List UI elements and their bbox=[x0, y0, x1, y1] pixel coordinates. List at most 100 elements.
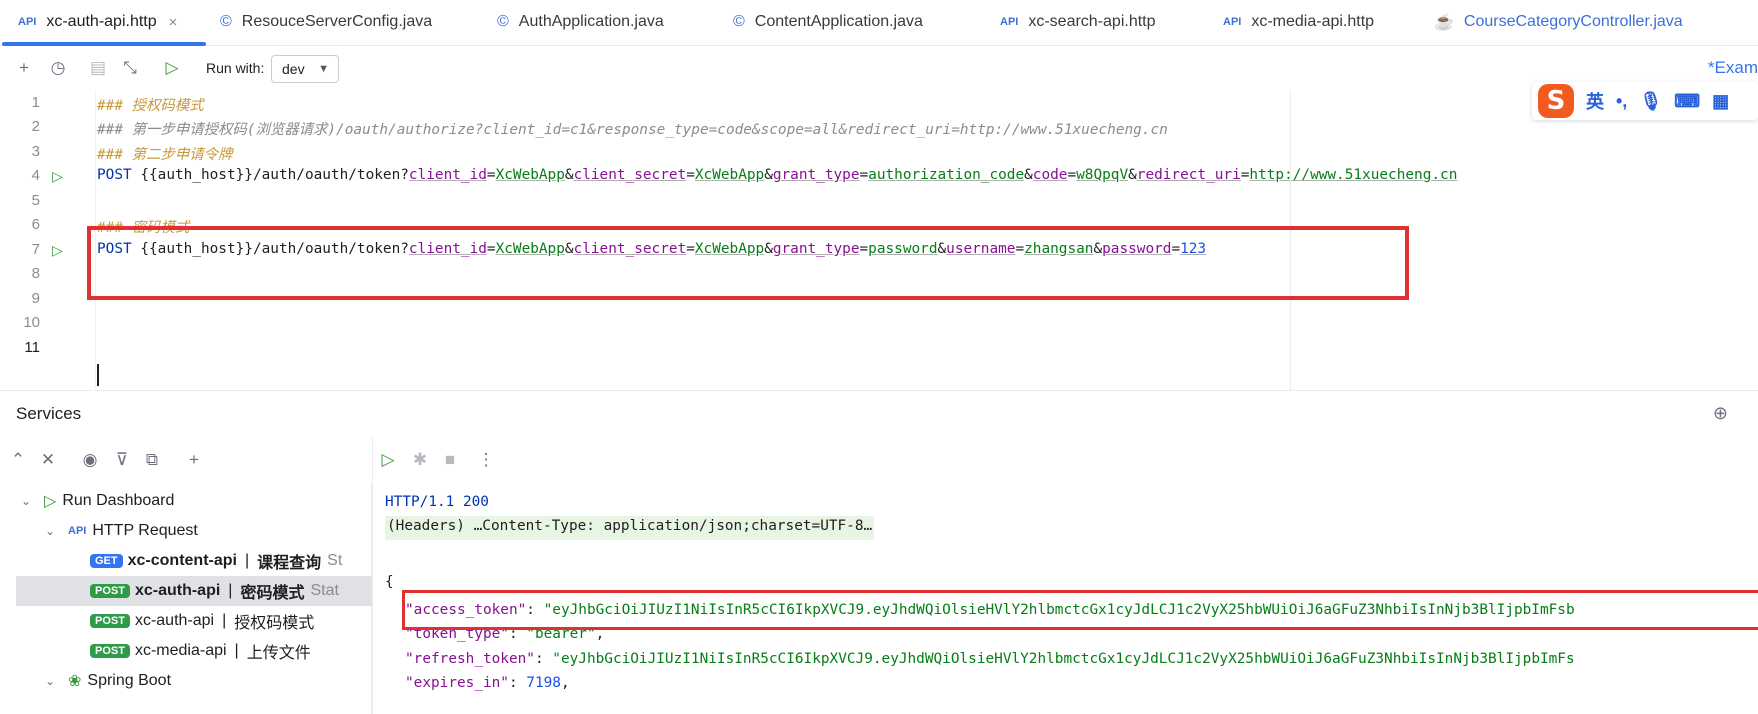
param-key: code bbox=[1032, 167, 1068, 183]
convert-icon[interactable]: ▤ bbox=[88, 58, 108, 78]
chevron-down-icon: ▼ bbox=[318, 63, 329, 75]
filter-icon[interactable]: ⊽ bbox=[112, 450, 132, 470]
tab-auth-application[interactable]: © AuthApplication.java bbox=[497, 0, 664, 44]
api-file-icon: API bbox=[1223, 16, 1242, 28]
run-dashboard-icon: ▷ bbox=[44, 493, 57, 510]
request-desc: 密码模式 bbox=[240, 585, 305, 602]
request-name: xc-auth-api bbox=[134, 612, 215, 629]
json-string: "eyJhbGciOiJIUzI1NiIsInR5cCI6IkpXVCJ9.ey… bbox=[552, 651, 1575, 667]
method-badge: GET bbox=[90, 554, 123, 568]
chevron-down-icon[interactable]: ⌄ bbox=[42, 674, 58, 688]
add-request-icon[interactable]: + bbox=[14, 58, 34, 78]
new-group-icon[interactable]: ⧉ bbox=[142, 450, 162, 470]
tree-item-request[interactable]: POST xc-auth-api | 授权码模式 bbox=[0, 606, 372, 636]
tab-label: AuthApplication.java bbox=[518, 13, 664, 30]
request-line-authorization-code: POST {{auth_host}}/auth/oauth/token?clie… bbox=[97, 167, 1458, 183]
tree-item-request[interactable]: POST xc-media-api | 上传文件 bbox=[0, 636, 372, 666]
grid-apps-icon[interactable]: ▦ bbox=[1712, 91, 1729, 112]
services-title: Services bbox=[16, 404, 82, 423]
tab-label: ResouceServerConfig.java bbox=[241, 13, 433, 30]
json-key: "expires_in" bbox=[405, 675, 509, 691]
close-icon[interactable]: × bbox=[169, 14, 178, 31]
ime-language-toggle[interactable]: 英 bbox=[1586, 88, 1604, 114]
response-headers-collapsed[interactable]: (Headers) …Content-Type: application/jso… bbox=[385, 516, 875, 540]
ime-punct-toggle[interactable]: •, bbox=[1616, 91, 1627, 112]
tab-label: ContentApplication.java bbox=[754, 13, 923, 30]
history-icon[interactable]: ◷ bbox=[48, 58, 68, 78]
microphone-icon[interactable]: 🎙 bbox=[1639, 91, 1662, 112]
request-path: {{auth_host}}/auth/oauth/token? bbox=[140, 167, 409, 183]
ime-toolbar[interactable]: S 英 •, 🎙 ⌨ ▦ bbox=[1532, 82, 1758, 120]
examples-link[interactable]: *Exam bbox=[1708, 58, 1758, 78]
tab-label: xc-media-api.http bbox=[1251, 13, 1375, 30]
debug-icon[interactable]: ✱ bbox=[410, 450, 430, 470]
tree-item-run-dashboard[interactable]: ⌄ ▷ Run Dashboard bbox=[0, 486, 372, 516]
line-number: 4 bbox=[31, 167, 40, 184]
crosshair-icon[interactable]: ⊕ bbox=[1713, 403, 1728, 424]
java-controller-icon: ☕ bbox=[1434, 14, 1454, 31]
tab-label: CourseCategoryController.java bbox=[1463, 13, 1683, 30]
environment-value: dev bbox=[282, 61, 305, 77]
run-with-label: Run with: bbox=[206, 60, 265, 76]
separator: | bbox=[244, 552, 250, 569]
line-number: 7 bbox=[31, 241, 40, 258]
request-desc: 课程查询 bbox=[257, 555, 322, 572]
services-panel-header: Services ⊕ bbox=[0, 390, 1758, 436]
more-options-icon[interactable]: ⋮ bbox=[476, 450, 496, 470]
separator: | bbox=[222, 612, 227, 629]
param-key: client_id bbox=[408, 167, 487, 183]
expand-all-icon[interactable]: ⌃ bbox=[8, 450, 28, 470]
request-desc: 上传文件 bbox=[246, 645, 311, 662]
comment-line: ### 第一步申请授权码(浏览器请求)/oauth/authorize?clie… bbox=[97, 122, 1168, 138]
run-request-icon[interactable]: ▷ bbox=[52, 242, 66, 258]
tab-xc-media-api[interactable]: API xc-media-api.http bbox=[1223, 0, 1374, 44]
api-file-icon: API bbox=[1000, 16, 1019, 28]
services-tree: ⌄ ▷ Run Dashboard ⌄ API HTTP Request GET… bbox=[0, 484, 372, 714]
tab-label: xc-auth-api.http bbox=[46, 13, 157, 30]
line-number: 8 bbox=[31, 265, 40, 282]
editor-tab-bar: API xc-auth-api.http × © ResouceServerCo… bbox=[0, 0, 1758, 46]
run-icon[interactable]: ▷ bbox=[378, 450, 398, 470]
line-number: 6 bbox=[31, 216, 40, 233]
separator: | bbox=[234, 642, 239, 659]
method-badge: POST bbox=[90, 584, 130, 598]
response-status: HTTP/1.1 200 bbox=[385, 494, 489, 510]
param-key: grant_type bbox=[772, 167, 860, 183]
json-key: "refresh_token" bbox=[405, 651, 535, 667]
add-service-icon[interactable]: + bbox=[184, 450, 204, 470]
run-all-icon[interactable]: ▷ bbox=[162, 58, 182, 78]
tree-item-spring-boot[interactable]: ⌄ ❀ Spring Boot bbox=[0, 666, 372, 696]
chevron-down-icon[interactable]: ⌄ bbox=[42, 524, 58, 538]
param-value: http://www.51xuecheng.cn bbox=[1249, 167, 1458, 183]
request-status: Stat bbox=[310, 582, 339, 599]
tab-xc-search-api[interactable]: API xc-search-api.http bbox=[1000, 0, 1156, 44]
spring-boot-icon: ❀ bbox=[68, 673, 82, 690]
request-name: xc-content-api bbox=[127, 552, 237, 569]
param-key: redirect_uri bbox=[1136, 167, 1241, 183]
collapse-all-icon[interactable]: ✕ bbox=[38, 450, 58, 470]
tree-item-label: Run Dashboard bbox=[62, 492, 175, 509]
java-class-icon: © bbox=[497, 13, 509, 30]
highlight-box-password-request bbox=[87, 226, 1409, 300]
comment-line: ### 第二步申请令牌 bbox=[97, 147, 233, 163]
tree-item-request-selected[interactable]: POST xc-auth-api | 密码模式 Stat bbox=[16, 576, 372, 606]
eye-icon[interactable]: ◉ bbox=[80, 450, 100, 470]
tree-item-http-request[interactable]: ⌄ API HTTP Request bbox=[0, 516, 372, 546]
tree-item-request[interactable]: GET xc-content-api | 课程查询 St bbox=[0, 546, 372, 576]
java-class-icon: © bbox=[733, 13, 745, 30]
keyboard-icon[interactable]: ⌨ bbox=[1674, 91, 1700, 112]
json-refresh-token: "refresh_token": "eyJhbGciOiJIUzI1NiIsIn… bbox=[405, 651, 1575, 667]
text-caret bbox=[97, 364, 99, 386]
import-icon[interactable]: ⤡ bbox=[120, 58, 140, 78]
stop-icon[interactable]: ■ bbox=[440, 450, 460, 470]
tab-resouce-server-config[interactable]: © ResouceServerConfig.java bbox=[220, 0, 432, 44]
environment-select[interactable]: dev ▼ bbox=[271, 55, 339, 83]
line-number: 10 bbox=[23, 314, 40, 331]
param-value: XcWebApp bbox=[694, 167, 765, 183]
tab-course-category-controller[interactable]: ☕ CourseCategoryController.java bbox=[1434, 0, 1683, 44]
tab-content-application[interactable]: © ContentApplication.java bbox=[733, 0, 923, 44]
run-request-icon[interactable]: ▷ bbox=[52, 168, 66, 184]
tree-item-label: Spring Boot bbox=[87, 672, 172, 689]
tab-xc-auth-api[interactable]: API xc-auth-api.http × bbox=[18, 0, 177, 44]
chevron-down-icon[interactable]: ⌄ bbox=[18, 494, 34, 508]
